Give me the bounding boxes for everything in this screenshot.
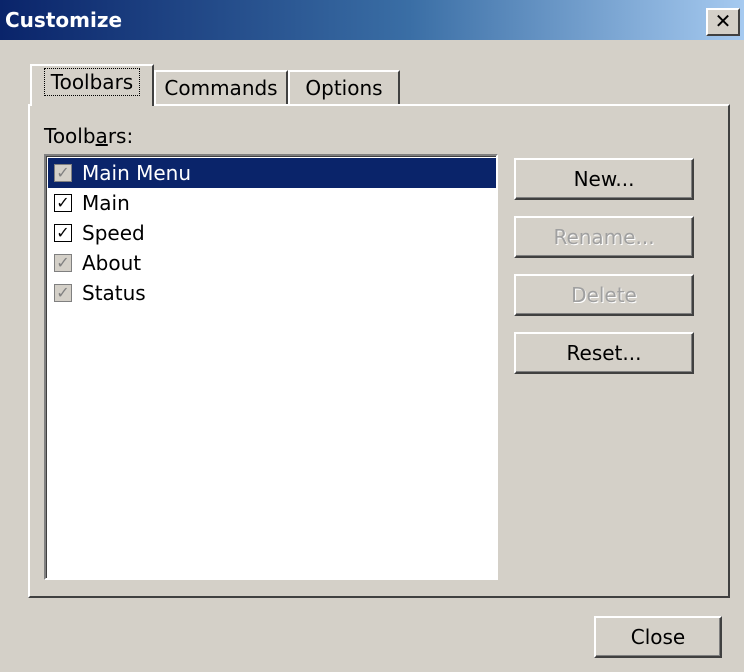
- list-item-label: About: [82, 251, 142, 275]
- checkbox[interactable]: ✓: [54, 194, 72, 212]
- checkbox: ✓: [54, 284, 72, 302]
- checkbox[interactable]: ✓: [54, 224, 72, 242]
- list-item[interactable]: ✓ Main Menu: [48, 158, 496, 188]
- list-item-label: Speed: [82, 221, 145, 245]
- list-item[interactable]: ✓ About: [48, 248, 496, 278]
- list-item[interactable]: ✓ Main: [48, 188, 496, 218]
- tab-commands-label: Commands: [164, 76, 278, 100]
- checkbox: ✓: [54, 254, 72, 272]
- close-icon[interactable]: ✕: [706, 8, 740, 36]
- toolbars-label: Toolbars:: [44, 124, 134, 148]
- checkbox: ✓: [54, 164, 72, 182]
- list-item-label: Main: [82, 191, 130, 215]
- window-title: Customize: [5, 8, 123, 32]
- reset-button[interactable]: Reset...: [514, 332, 694, 374]
- tab-toolbars[interactable]: Toolbars: [30, 64, 154, 106]
- list-item-label: Status: [82, 281, 146, 305]
- list-item[interactable]: ✓ Speed: [48, 218, 496, 248]
- close-button[interactable]: Close: [594, 616, 722, 658]
- tab-options[interactable]: Options: [288, 70, 400, 106]
- list-item-label: Main Menu: [82, 161, 192, 185]
- delete-button[interactable]: Delete: [514, 274, 694, 316]
- rename-button[interactable]: Rename...: [514, 216, 694, 258]
- tab-options-label: Options: [305, 76, 383, 100]
- title-bar: Customize ✕: [0, 0, 744, 40]
- new-button[interactable]: New...: [514, 158, 694, 200]
- tab-commands[interactable]: Commands: [154, 70, 288, 106]
- list-item[interactable]: ✓ Status: [48, 278, 496, 308]
- tab-toolbars-label: Toolbars: [43, 68, 141, 96]
- toolbars-listbox[interactable]: ✓ Main Menu ✓ Main ✓ Speed ✓ About ✓ Sta…: [44, 154, 498, 580]
